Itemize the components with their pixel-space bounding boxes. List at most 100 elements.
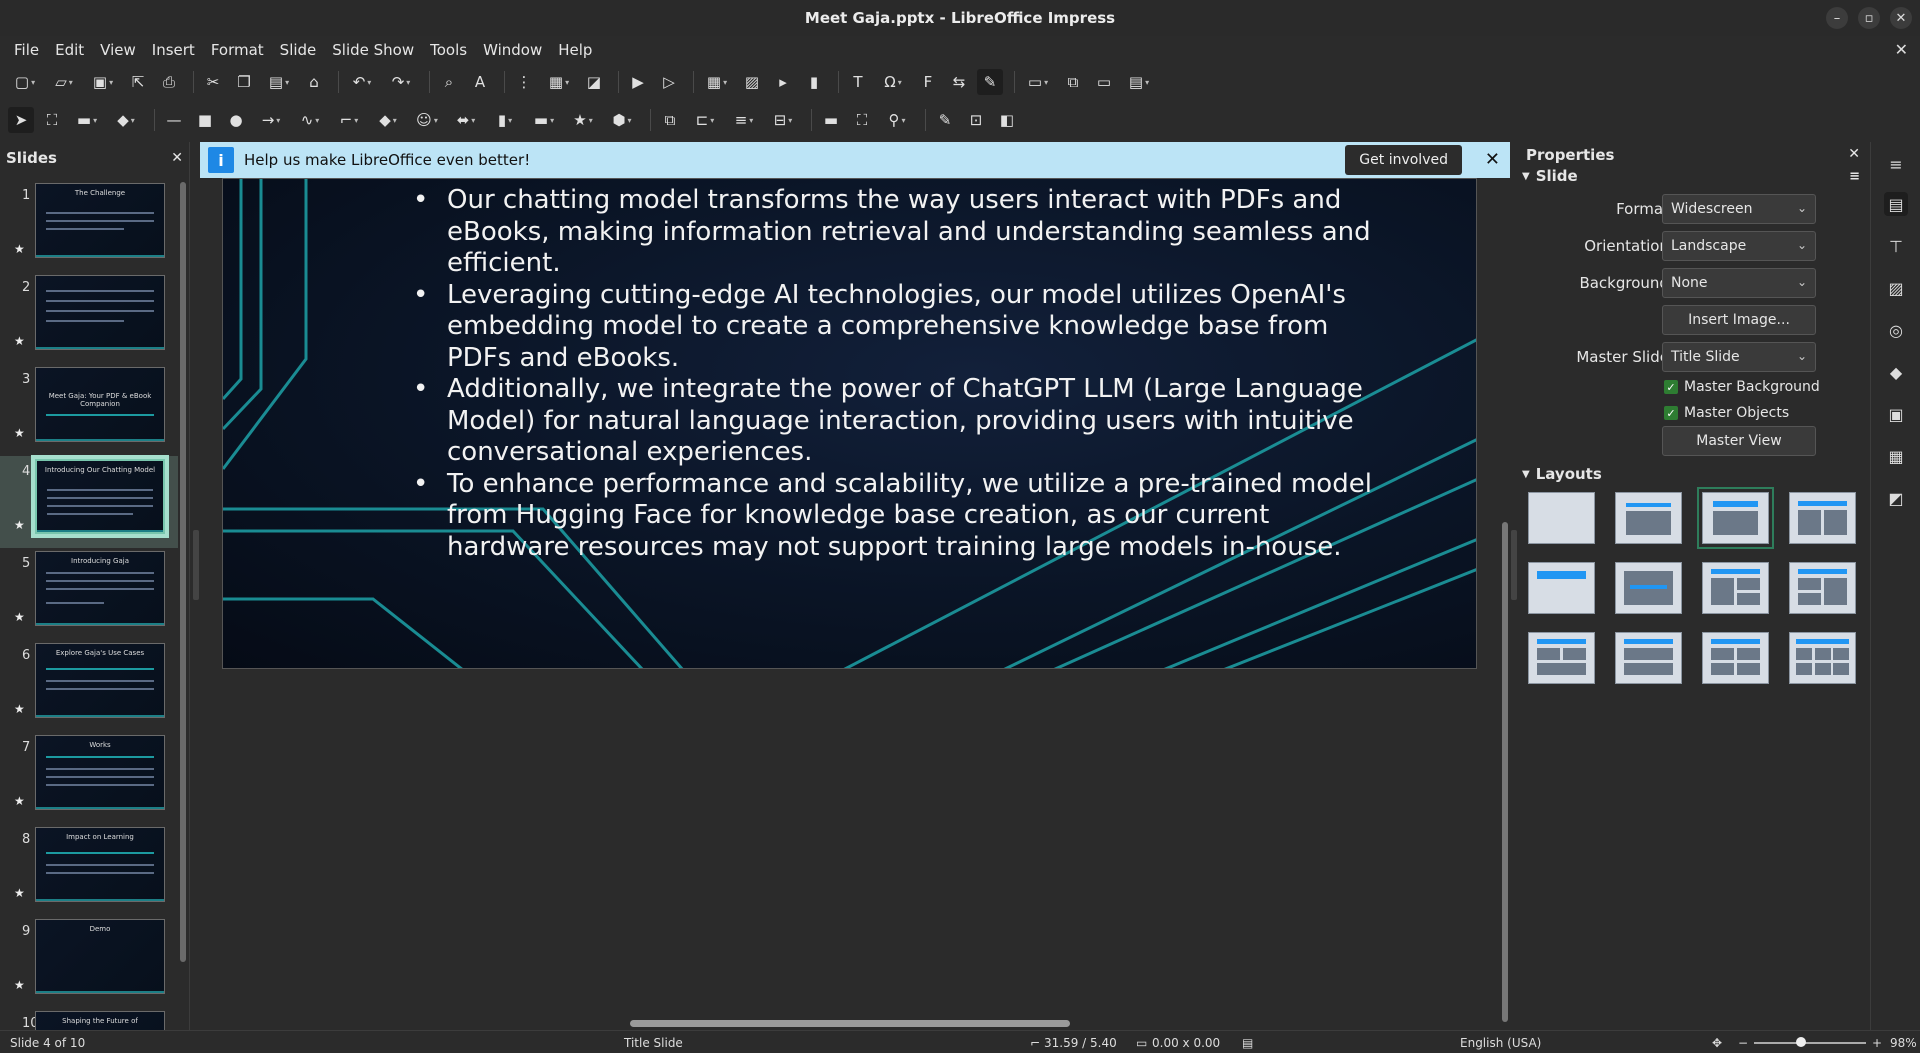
zoom-level[interactable]: 98% (1890, 1036, 1917, 1050)
gallery-icon[interactable]: ◩ (1884, 486, 1908, 510)
layout-title-content-2[interactable] (1702, 562, 1769, 614)
slide-section-header[interactable]: ▼ Slide ≡ (1522, 166, 1868, 186)
layout-blank[interactable] (1528, 492, 1595, 544)
slide-thumbnail-8[interactable]: 8 Impact on Learning ★ (0, 824, 178, 916)
copy-icon[interactable]: ❐ (231, 69, 257, 95)
slides-scrollbar[interactable] (180, 182, 186, 962)
slides-list[interactable]: 1 The Challenge ★ 2 ★ 3 Meet Gaja: Your … (0, 180, 178, 1030)
cut-icon[interactable]: ✂ (200, 69, 226, 95)
pane-splitter-handle[interactable] (193, 530, 199, 600)
zoom-out-icon[interactable]: − (1738, 1036, 1748, 1050)
layout-title-2-content-and[interactable] (1789, 562, 1856, 614)
close-document-icon[interactable]: ✕ (1895, 40, 1908, 59)
slide-thumbnail-10[interactable]: 10 Shaping the Future of (0, 1008, 178, 1030)
grid-icon[interactable]: ⋮ (511, 69, 537, 95)
fit-slide-icon[interactable]: ✥ (1712, 1036, 1722, 1050)
save-icon[interactable]: ▣ ▾ (86, 69, 120, 95)
fontwork-icon[interactable]: F (915, 69, 941, 95)
close-infobar-icon[interactable]: ✕ (1485, 149, 1500, 170)
new-document-icon[interactable]: ▢ ▾ (8, 69, 42, 95)
3d-objects-icon[interactable]: ⬢ ▾ (605, 107, 639, 133)
crop-icon[interactable]: ⛶ (849, 107, 875, 133)
minimize-button[interactable]: – (1826, 7, 1848, 29)
ellipse-icon[interactable]: ● (223, 107, 249, 133)
textbox-icon[interactable]: T (845, 69, 871, 95)
close-window-button[interactable]: ✕ (1890, 7, 1912, 29)
open-icon[interactable]: ▱ ▾ (47, 69, 81, 95)
block-arrows-icon[interactable]: ⬌ ▾ (449, 107, 483, 133)
format-select[interactable]: Widescreen ⌄ (1662, 194, 1816, 224)
maximize-button[interactable]: ▫ (1858, 7, 1880, 29)
menu-slide-show[interactable]: Slide Show (324, 41, 422, 59)
shapes-icon[interactable]: ◆ (1884, 360, 1908, 384)
zoom-slider-handle[interactable] (1796, 1037, 1806, 1047)
menu-insert[interactable]: Insert (144, 41, 203, 59)
duplicate-slide-icon[interactable]: ⧉ (1060, 69, 1086, 95)
fill-color-icon[interactable]: ◆ ▾ (109, 107, 143, 133)
properties-deck-icon[interactable]: ▤ (1884, 192, 1908, 216)
slide-thumbnail-6[interactable]: 6 Explore Gaja's Use Cases ★ (0, 640, 178, 732)
master-slides-icon[interactable]: ▣ (1884, 402, 1908, 426)
line-color-icon[interactable]: ▬ ▾ (70, 107, 104, 133)
menu-help[interactable]: Help (550, 41, 600, 59)
delete-slide-icon[interactable]: ▭ (1091, 69, 1117, 95)
symbol-shapes-icon[interactable]: ☺ ▾ (410, 107, 444, 133)
new-slide-icon[interactable]: ▭ ▾ (1021, 69, 1055, 95)
slide-thumbnail-2[interactable]: 2 ★ (0, 272, 178, 364)
orientation-select[interactable]: Landscape ⌄ (1662, 231, 1816, 261)
document-modified-icon[interactable]: ▤ (1242, 1036, 1253, 1050)
menu-format[interactable]: Format (203, 41, 272, 59)
slide-thumbnail-4[interactable]: 4 Introducing Our Chatting Model ★ (0, 455, 178, 548)
background-select[interactable]: None ⌄ (1662, 268, 1816, 298)
slide-layout-icon[interactable]: ▤ ▾ (1122, 69, 1156, 95)
slide-thumbnail-3[interactable]: 3 Meet Gaja: Your PDF & eBook Companion … (0, 364, 178, 456)
master-view-button[interactable]: Master View (1662, 426, 1816, 456)
media-icon[interactable]: ▸ (770, 69, 796, 95)
get-involved-button[interactable]: Get involved (1345, 145, 1462, 175)
select-icon[interactable]: ➤ (8, 107, 34, 133)
layout-title-content-over-content[interactable] (1615, 632, 1682, 684)
shadow-icon[interactable]: ▬ (818, 107, 844, 133)
points-icon[interactable]: ✎ (932, 107, 958, 133)
filter-icon[interactable]: ⚲ ▾ (880, 107, 914, 133)
callouts-icon[interactable]: ▬ ▾ (527, 107, 561, 133)
menu-view[interactable]: View (92, 41, 144, 59)
toggle-extrusion-icon[interactable]: ◧ (994, 107, 1020, 133)
layout-title-slide[interactable] (1697, 487, 1774, 549)
layout-title-only[interactable] (1528, 562, 1595, 614)
undo-icon[interactable]: ↶ ▾ (345, 69, 379, 95)
layout-title-2-content-over[interactable] (1528, 632, 1595, 684)
horizontal-scrollbar[interactable] (630, 1020, 1070, 1027)
glue-points-icon[interactable]: ⊡ (963, 107, 989, 133)
layouts-section-header[interactable]: ▼ Layouts (1522, 464, 1868, 484)
menu-edit[interactable]: Edit (47, 41, 92, 59)
master-slide-select[interactable]: Title Slide ⌄ (1662, 342, 1816, 372)
chart-icon[interactable]: ▮ (801, 69, 827, 95)
distribute-icon[interactable]: ⊟ ▾ (766, 107, 800, 133)
layout-title-4-content[interactable] (1702, 632, 1769, 684)
menu-window[interactable]: Window (475, 41, 550, 59)
slide-thumbnail-5[interactable]: 5 Introducing Gaja ★ (0, 548, 178, 640)
find-replace-icon[interactable]: ⌕ (436, 69, 462, 95)
scrollbar-thumb[interactable] (180, 182, 186, 962)
hyperlink-icon[interactable]: ⇆ (946, 69, 972, 95)
close-properties-icon[interactable]: ✕ (1848, 146, 1860, 162)
zoom-in-icon[interactable]: + (1872, 1036, 1882, 1050)
master-slide-icon[interactable]: ◪ (581, 69, 607, 95)
menu-icon[interactable]: ≡ (1849, 169, 1860, 184)
basic-shapes-icon[interactable]: ◆ ▾ (371, 107, 405, 133)
table-icon[interactable]: ▦ ▾ (700, 69, 734, 95)
layout-title-2-content[interactable] (1789, 492, 1856, 544)
sidebar-menu-icon[interactable]: ≡ (1884, 152, 1908, 176)
curves-icon[interactable]: ∿ ▾ (293, 107, 327, 133)
master-objects-checkbox[interactable]: ✓ Master Objects (1664, 403, 1789, 423)
export-pdf-icon[interactable]: ⇱ (125, 69, 151, 95)
menu-slide[interactable]: Slide (272, 41, 325, 59)
print-icon[interactable]: ⎙ (156, 69, 182, 95)
start-current-slide-icon[interactable]: ▷ (656, 69, 682, 95)
menu-file[interactable]: File (6, 41, 47, 59)
lines-arrows-icon[interactable]: → ▾ (254, 107, 288, 133)
arrange-icon[interactable]: ≡ ▾ (727, 107, 761, 133)
clone-formatting-icon[interactable]: ⌂ (301, 69, 327, 95)
master-slide-status[interactable]: Title Slide (624, 1036, 683, 1050)
